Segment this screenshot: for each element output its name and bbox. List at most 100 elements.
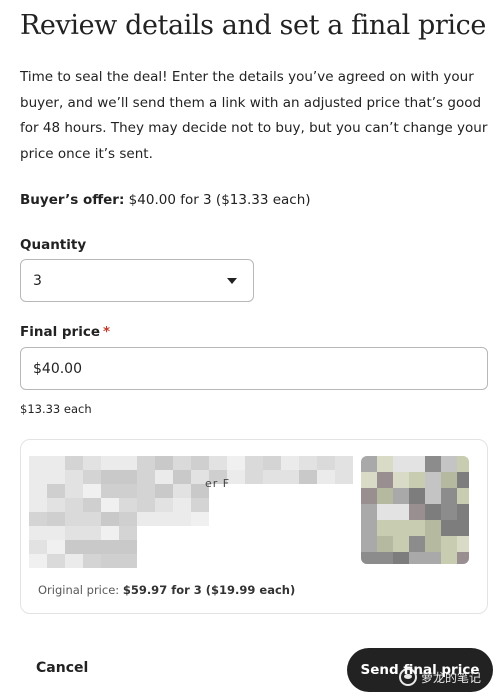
redaction-tile <box>29 456 47 470</box>
thumbnail-pixel <box>425 520 441 536</box>
redaction-tile <box>83 456 101 470</box>
thumbnail-pixel <box>377 488 393 504</box>
redaction-tile <box>173 456 191 470</box>
intro-text: Time to seal the deal! Enter the details… <box>20 69 488 162</box>
thumbnail-pixel <box>441 536 457 552</box>
quantity-value: 3 <box>33 272 42 289</box>
redaction-tile <box>119 512 137 526</box>
cancel-button[interactable]: Cancel <box>36 660 88 676</box>
redaction-tile <box>65 456 83 470</box>
redaction-tile <box>299 470 317 484</box>
thumbnail-pixel <box>393 520 409 536</box>
redaction-tile <box>29 554 47 568</box>
redaction-tile <box>83 540 101 554</box>
per-item-price: $13.33 each <box>20 402 92 416</box>
redaction-tile <box>83 512 101 526</box>
redaction-tile <box>137 498 155 512</box>
thumbnail-pixel <box>361 488 377 504</box>
thumbnail-pixel <box>361 552 377 564</box>
redaction-tile <box>65 526 83 540</box>
thumbnail-pixel <box>409 456 425 472</box>
original-price-label: Original price: <box>38 583 120 597</box>
redaction-tile <box>101 512 119 526</box>
thumbnail-pixel <box>457 456 469 472</box>
thumbnail-pixel <box>457 536 469 552</box>
redaction-tile <box>47 456 65 470</box>
redaction-tile <box>65 484 83 498</box>
redaction-tile <box>101 498 119 512</box>
thumbnail-pixel <box>377 536 393 552</box>
listing-partial-text: er F <box>205 477 231 490</box>
redaction-tile <box>173 512 191 526</box>
thumbnail-pixel <box>361 472 377 488</box>
redaction-tile <box>137 470 155 484</box>
redaction-tile <box>83 498 101 512</box>
redaction-tile <box>173 470 191 484</box>
redaction-tile <box>47 498 65 512</box>
thumbnail-pixel <box>441 488 457 504</box>
thumbnail-pixel <box>361 504 377 520</box>
thumbnail-pixel <box>409 536 425 552</box>
redaction-tile <box>119 456 137 470</box>
redaction-tile <box>65 498 83 512</box>
redaction-tile <box>47 484 65 498</box>
wechat-icon <box>398 668 417 686</box>
redaction-tile <box>47 554 65 568</box>
redaction-tile <box>29 540 47 554</box>
thumbnail-pixel <box>393 504 409 520</box>
listing-title-blurred <box>29 456 353 576</box>
final-price-label: Final price <box>20 324 101 340</box>
thumbnail-pixel <box>457 552 469 564</box>
redaction-tile <box>47 526 65 540</box>
redaction-tile <box>119 470 137 484</box>
thumbnail-pixel <box>425 504 441 520</box>
redaction-tile <box>155 456 173 470</box>
redaction-tile <box>155 470 173 484</box>
quantity-select[interactable]: 3 <box>20 259 254 302</box>
redaction-tile <box>101 484 119 498</box>
redaction-tile <box>119 526 137 540</box>
redaction-tile <box>335 456 353 470</box>
redaction-tile <box>191 456 209 470</box>
thumbnail-pixel <box>377 456 393 472</box>
redaction-tile <box>281 456 299 470</box>
redaction-tile <box>101 470 119 484</box>
thumbnail-pixel <box>409 488 425 504</box>
redaction-tile <box>29 470 47 484</box>
final-price-value: $40.00 <box>33 360 82 377</box>
redaction-tile <box>263 456 281 470</box>
watermark: 萝龙的笔记 <box>398 668 481 686</box>
redaction-tile <box>83 470 101 484</box>
thumbnail-pixel <box>441 472 457 488</box>
final-price-input[interactable]: $40.00 <box>20 347 488 390</box>
thumbnail-pixel <box>377 472 393 488</box>
buyer-offer: Buyer’s offer: $40.00 for 3 ($13.33 each… <box>20 192 311 208</box>
thumbnail-pixel <box>377 520 393 536</box>
redaction-tile <box>191 512 209 526</box>
redaction-tile <box>65 512 83 526</box>
thumbnail-pixel <box>393 472 409 488</box>
thumbnail-pixel <box>425 552 441 564</box>
buyer-offer-value: $40.00 for 3 ($13.33 each) <box>128 192 311 208</box>
thumbnail-pixel <box>393 488 409 504</box>
thumbnail-pixel <box>361 456 377 472</box>
redaction-tile <box>101 456 119 470</box>
redaction-tile <box>137 512 155 526</box>
thumbnail-pixel <box>409 552 425 564</box>
thumbnail-pixel <box>457 504 469 520</box>
thumbnail-pixel <box>441 504 457 520</box>
thumbnail-pixel <box>457 472 469 488</box>
thumbnail-pixel <box>409 504 425 520</box>
redaction-tile <box>137 456 155 470</box>
thumbnail-pixel <box>377 504 393 520</box>
redaction-tile <box>191 498 209 512</box>
redaction-tile <box>317 456 335 470</box>
redaction-tile <box>83 526 101 540</box>
redaction-tile <box>155 512 173 526</box>
redaction-tile <box>47 512 65 526</box>
original-price: Original price: $59.97 for 3 ($19.99 eac… <box>38 583 295 597</box>
thumbnail-pixel <box>425 488 441 504</box>
watermark-text: 萝龙的笔记 <box>420 670 481 685</box>
redaction-tile <box>119 540 137 554</box>
caret-down-icon <box>227 278 237 284</box>
